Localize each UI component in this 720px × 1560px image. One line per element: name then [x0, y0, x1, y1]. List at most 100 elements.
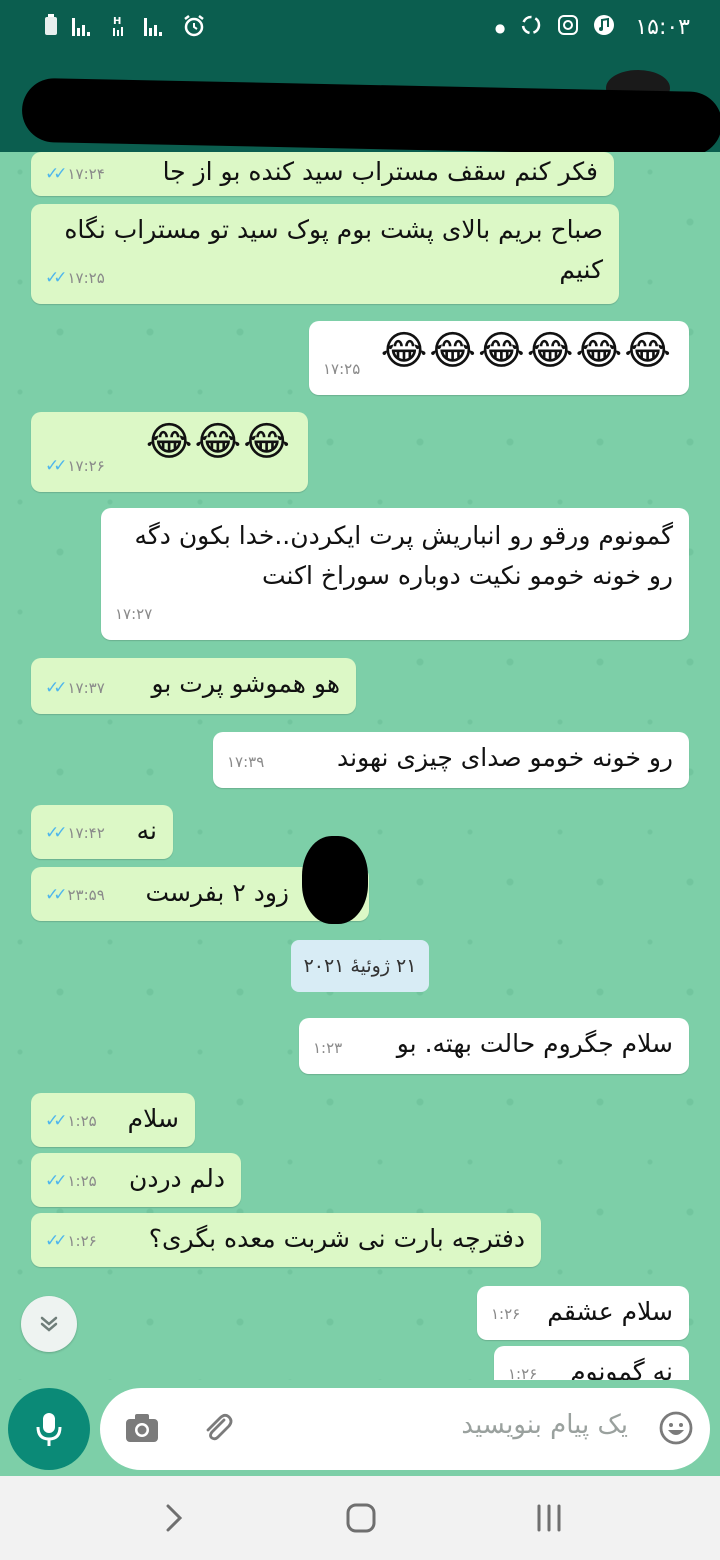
message-placeholder: یک پیام بنویسید — [461, 1410, 628, 1440]
message-time: ۱۷:۲۴ — [67, 165, 105, 183]
read-ticks-icon: ✓✓ — [45, 885, 67, 905]
message-time: ۱:۲۶ — [491, 1305, 521, 1323]
message-meta: ✓✓ ۱۷:۲۵ — [45, 258, 105, 298]
message-text: گمونوم ورقو رو انباریش پرت ایکردن..خدا ب… — [134, 521, 673, 590]
message-text: 😂😂😂 — [145, 419, 292, 465]
read-ticks-icon: ✓✓ — [45, 1111, 67, 1131]
message-time: ۱:۲۵ — [67, 1112, 97, 1130]
message-time: ۱۷:۲۷ — [115, 605, 153, 623]
message-bubble[interactable]: صباح بریم بالای پشت بوم پوک سید تو مسترا… — [31, 204, 619, 304]
read-ticks-icon: ✓✓ — [45, 1231, 67, 1251]
date-separator: ۲۱ ژوئیهٔ ۲۰۲۱ — [291, 940, 429, 992]
message-meta: ✓✓ ۱:۲۵ — [45, 1101, 97, 1141]
chevron-right-icon — [166, 1504, 183, 1532]
message-time: ۱۷:۳۹ — [227, 753, 265, 771]
message-text: زود ۲ بفرست — [145, 878, 289, 907]
message-bubble[interactable]: دفترچه بارت نی شربت معده بگری؟ ✓✓ ۱:۲۶ — [31, 1213, 541, 1267]
read-ticks-icon: ✓✓ — [45, 678, 67, 698]
attach-icon[interactable] — [198, 1408, 238, 1448]
message-meta: ✓✓ ۱:۲۶ — [45, 1221, 97, 1261]
message-time: ۲۳:۵۹ — [67, 886, 105, 904]
read-ticks-icon: ✓✓ — [45, 823, 67, 843]
sync-icon — [519, 13, 543, 42]
message-bubble[interactable]: 😂😂😂😂😂😂 ۱۷:۲۵ — [309, 321, 689, 395]
message-meta: ۱:۲۶ — [508, 1354, 537, 1380]
status-time: ۱۵:۰۳ — [635, 15, 690, 40]
message-text: 😂😂😂😂😂😂 — [380, 328, 673, 374]
message-bubble[interactable]: 😂😂😂 ✓✓ ۱۷:۲۶ — [31, 412, 308, 492]
message-text: نه گمونوم — [570, 1357, 673, 1380]
message-time: ۱۷:۴۲ — [67, 824, 105, 842]
message-bubble[interactable]: سلام جگروم حالت بهته. بو ۱:۲۳ — [299, 1018, 689, 1074]
message-meta: ۱:۲۳ — [313, 1028, 342, 1068]
message-time: ۱۷:۲۵ — [67, 269, 105, 287]
hplus-signal-icon: H — [110, 14, 130, 43]
message-text: صباح بریم بالای پشت بوم پوک سید تو مسترا… — [64, 215, 603, 284]
signal-icon — [72, 14, 96, 43]
scroll-to-bottom-button[interactable] — [21, 1296, 77, 1352]
system-nav-bar — [0, 1476, 720, 1560]
message-time: ۱:۲۵ — [67, 1172, 97, 1190]
svg-text:H: H — [113, 16, 121, 27]
mic-icon — [36, 1413, 62, 1446]
alarm-icon — [182, 14, 206, 43]
emoji-icon[interactable] — [656, 1408, 696, 1448]
nav-back-button[interactable] — [144, 1496, 204, 1540]
message-text: هو هموشو پرت بو — [151, 669, 340, 698]
redacted-blob — [302, 836, 368, 924]
read-ticks-icon: ✓✓ — [45, 1171, 67, 1191]
message-time: ۱۷:۳۷ — [67, 679, 105, 697]
message-meta: ۱:۲۶ — [491, 1294, 520, 1334]
message-input[interactable]: یک پیام بنویسید — [100, 1388, 710, 1470]
message-text: نه — [136, 816, 157, 845]
message-meta: ✓✓ ۱۷:۳۷ — [45, 668, 105, 708]
mic-button[interactable] — [8, 1388, 90, 1470]
read-ticks-icon: ✓✓ — [45, 456, 67, 476]
message-meta: ✓✓ ۱۷:۲۶ — [45, 446, 105, 486]
message-bubble[interactable]: هو هموشو پرت بو ✓✓ ۱۷:۳۷ — [31, 658, 356, 714]
message-meta: ۱۷:۲۷ — [115, 594, 152, 634]
read-ticks-icon: ✓✓ — [45, 164, 67, 184]
message-text: دلم دردن — [128, 1164, 225, 1193]
message-text: سلام — [127, 1104, 179, 1133]
chat-area[interactable]: فکر کنم سقف مستراب سید کنده بو از جا ✓✓ ۱… — [0, 152, 720, 1380]
message-time: ۱:۲۳ — [313, 1039, 343, 1057]
message-time: ۱۷:۲۵ — [323, 360, 361, 378]
message-meta: ✓✓ ۱:۲۵ — [45, 1161, 97, 1201]
battery-icon — [44, 14, 58, 43]
message-meta: ✓✓ ۱۷:۴۲ — [45, 813, 105, 853]
instagram-icon — [557, 14, 579, 41]
message-bubble[interactable]: سلام ✓✓ ۱:۲۵ — [31, 1093, 195, 1147]
message-bubble[interactable]: فکر کنم سقف مستراب سید کنده بو از جا ✓✓ ۱… — [31, 152, 614, 196]
message-bubble[interactable]: نه ✓✓ ۱۷:۴۲ — [31, 805, 173, 859]
message-text: دفترچه بارت نی شربت معده بگری؟ — [148, 1224, 525, 1253]
status-left-icons: H — [44, 14, 206, 43]
message-bubble[interactable]: گمونوم ورقو رو انباریش پرت ایکردن..خدا ب… — [101, 508, 689, 640]
message-meta: ✓✓ ۱۷:۲۴ — [45, 158, 105, 190]
dot-icon: ● — [494, 20, 506, 35]
message-text: سلام عشقم — [547, 1297, 673, 1326]
message-meta: ۱۷:۲۵ — [323, 349, 360, 389]
double-chevron-down-icon — [40, 1316, 58, 1332]
message-bubble[interactable]: رو خونه خومو صدای چیزی نهوند ۱۷:۳۹ — [213, 732, 689, 788]
message-bubble[interactable]: نه گمونوم ۱:۲۶ — [494, 1346, 689, 1380]
camera-icon[interactable] — [122, 1408, 162, 1448]
read-ticks-icon: ✓✓ — [45, 268, 67, 288]
nav-recents-button[interactable] — [519, 1496, 579, 1540]
recents-icon — [537, 1504, 561, 1532]
message-bubble[interactable]: دلم دردن ✓✓ ۱:۲۵ — [31, 1153, 241, 1207]
message-text: سلام جگروم حالت بهته. بو — [396, 1029, 673, 1058]
nav-home-button[interactable] — [331, 1496, 391, 1540]
compose-bar: یک پیام بنویسید — [0, 1380, 720, 1476]
signal-icon-2 — [144, 14, 168, 43]
message-time: ۱۷:۲۶ — [67, 457, 105, 475]
message-meta: ✓✓ ۲۳:۵۹ — [45, 875, 105, 915]
message-text: فکر کنم سقف مستراب سید کنده بو از جا — [162, 157, 598, 186]
message-time: ۱:۲۶ — [508, 1365, 538, 1380]
home-square-icon — [346, 1503, 376, 1533]
music-icon — [593, 14, 615, 41]
message-time: ۱:۲۶ — [67, 1232, 97, 1250]
message-meta: ۱۷:۳۹ — [227, 742, 264, 782]
message-bubble[interactable]: سلام عشقم ۱:۲۶ — [477, 1286, 689, 1340]
message-text: رو خونه خومو صدای چیزی نهوند — [337, 743, 673, 772]
